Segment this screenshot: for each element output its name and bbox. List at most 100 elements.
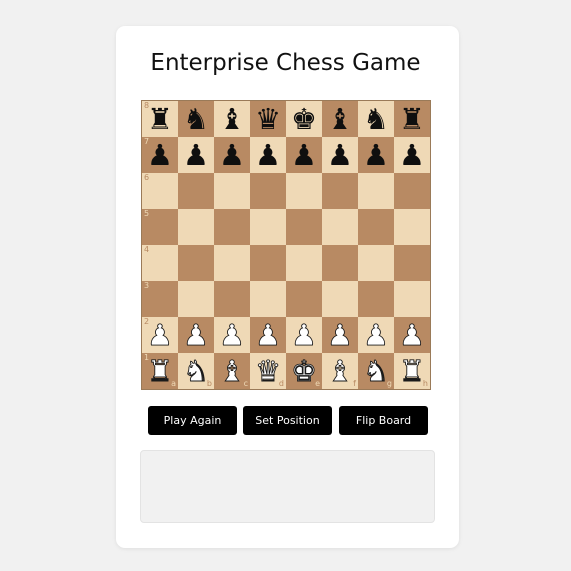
square-f7[interactable]: ♟: [322, 137, 358, 173]
play-again-button[interactable]: Play Again: [148, 406, 237, 435]
set-position-button[interactable]: Set Position: [243, 406, 332, 435]
square-e6[interactable]: [286, 173, 322, 209]
white-king-icon[interactable]: ♚: [291, 356, 318, 386]
square-d8[interactable]: ♛: [250, 101, 286, 137]
square-h7[interactable]: ♟: [394, 137, 430, 173]
square-b6[interactable]: [178, 173, 214, 209]
square-a8[interactable]: 8 ♜: [142, 101, 178, 137]
square-g2[interactable]: ♟: [358, 317, 394, 353]
white-pawn-icon[interactable]: ♟: [183, 320, 210, 350]
square-h6[interactable]: [394, 173, 430, 209]
square-d4[interactable]: [250, 245, 286, 281]
white-pawn-icon[interactable]: ♟: [363, 320, 390, 350]
black-pawn-icon[interactable]: ♟: [219, 140, 245, 170]
black-pawn-icon[interactable]: ♟: [255, 140, 281, 170]
square-a4[interactable]: 4: [142, 245, 178, 281]
square-c5[interactable]: [214, 209, 250, 245]
square-g6[interactable]: [358, 173, 394, 209]
square-d7[interactable]: ♟: [250, 137, 286, 173]
square-b8[interactable]: ♞: [178, 101, 214, 137]
black-pawn-icon[interactable]: ♟: [363, 140, 389, 170]
square-f4[interactable]: [322, 245, 358, 281]
square-b3[interactable]: [178, 281, 214, 317]
square-d1[interactable]: d ♛: [250, 353, 286, 389]
square-g1[interactable]: g ♞: [358, 353, 394, 389]
square-h5[interactable]: [394, 209, 430, 245]
square-h1[interactable]: h ♜: [394, 353, 430, 389]
square-b7[interactable]: ♟: [178, 137, 214, 173]
square-c7[interactable]: ♟: [214, 137, 250, 173]
square-a5[interactable]: 5: [142, 209, 178, 245]
white-pawn-icon[interactable]: ♟: [147, 320, 174, 350]
square-a7[interactable]: 7 ♟: [142, 137, 178, 173]
chess-board[interactable]: 8 ♜ ♞ ♝ ♛ ♚ ♝ ♞ ♜ 7 ♟ ♟ ♟ ♟ ♟ ♟ ♟ ♟ 6 5 4 3 2 ♟ ♟ ♟ ♟ ♟ ♟ ♟ ♟ 1 a ♜ b ♞ c ♝ d ♛…: [141, 100, 431, 390]
square-a3[interactable]: 3: [142, 281, 178, 317]
square-c6[interactable]: [214, 173, 250, 209]
white-knight-icon[interactable]: ♞: [363, 356, 390, 386]
black-pawn-icon[interactable]: ♟: [291, 140, 317, 170]
square-c8[interactable]: ♝: [214, 101, 250, 137]
white-pawn-icon[interactable]: ♟: [255, 320, 282, 350]
white-rook-icon[interactable]: ♜: [147, 356, 174, 386]
square-e3[interactable]: [286, 281, 322, 317]
square-a6[interactable]: 6: [142, 173, 178, 209]
square-h3[interactable]: [394, 281, 430, 317]
square-e7[interactable]: ♟: [286, 137, 322, 173]
square-e2[interactable]: ♟: [286, 317, 322, 353]
square-g8[interactable]: ♞: [358, 101, 394, 137]
square-d5[interactable]: [250, 209, 286, 245]
black-pawn-icon[interactable]: ♟: [399, 140, 425, 170]
square-e8[interactable]: ♚: [286, 101, 322, 137]
black-knight-icon[interactable]: ♞: [183, 104, 209, 134]
black-bishop-icon[interactable]: ♝: [219, 104, 245, 134]
black-queen-icon[interactable]: ♛: [255, 104, 281, 134]
square-a1[interactable]: 1 a ♜: [142, 353, 178, 389]
white-pawn-icon[interactable]: ♟: [327, 320, 354, 350]
white-rook-icon[interactable]: ♜: [399, 356, 426, 386]
white-knight-icon[interactable]: ♞: [183, 356, 210, 386]
square-b4[interactable]: [178, 245, 214, 281]
square-f2[interactable]: ♟: [322, 317, 358, 353]
square-c2[interactable]: ♟: [214, 317, 250, 353]
square-b5[interactable]: [178, 209, 214, 245]
square-h8[interactable]: ♜: [394, 101, 430, 137]
square-b2[interactable]: ♟: [178, 317, 214, 353]
black-pawn-icon[interactable]: ♟: [183, 140, 209, 170]
white-queen-icon[interactable]: ♛: [255, 356, 282, 386]
black-pawn-icon[interactable]: ♟: [147, 140, 173, 170]
square-b1[interactable]: b ♞: [178, 353, 214, 389]
square-d3[interactable]: [250, 281, 286, 317]
black-rook-icon[interactable]: ♜: [147, 104, 173, 134]
square-c3[interactable]: [214, 281, 250, 317]
square-e4[interactable]: [286, 245, 322, 281]
square-a2[interactable]: 2 ♟: [142, 317, 178, 353]
square-f3[interactable]: [322, 281, 358, 317]
white-bishop-icon[interactable]: ♝: [219, 356, 246, 386]
square-f8[interactable]: ♝: [322, 101, 358, 137]
square-h2[interactable]: ♟: [394, 317, 430, 353]
square-f1[interactable]: f ♝: [322, 353, 358, 389]
black-bishop-icon[interactable]: ♝: [327, 104, 353, 134]
white-pawn-icon[interactable]: ♟: [219, 320, 246, 350]
white-bishop-icon[interactable]: ♝: [327, 356, 354, 386]
square-h4[interactable]: [394, 245, 430, 281]
black-pawn-icon[interactable]: ♟: [327, 140, 353, 170]
square-d6[interactable]: [250, 173, 286, 209]
square-f6[interactable]: [322, 173, 358, 209]
square-e1[interactable]: e ♚: [286, 353, 322, 389]
black-king-icon[interactable]: ♚: [291, 104, 317, 134]
square-g3[interactable]: [358, 281, 394, 317]
white-pawn-icon[interactable]: ♟: [399, 320, 426, 350]
flip-board-button[interactable]: Flip Board: [339, 406, 428, 435]
white-pawn-icon[interactable]: ♟: [291, 320, 318, 350]
square-c1[interactable]: c ♝: [214, 353, 250, 389]
square-d2[interactable]: ♟: [250, 317, 286, 353]
black-knight-icon[interactable]: ♞: [363, 104, 389, 134]
black-rook-icon[interactable]: ♜: [399, 104, 425, 134]
square-g7[interactable]: ♟: [358, 137, 394, 173]
square-f5[interactable]: [322, 209, 358, 245]
square-e5[interactable]: [286, 209, 322, 245]
square-g5[interactable]: [358, 209, 394, 245]
square-c4[interactable]: [214, 245, 250, 281]
square-g4[interactable]: [358, 245, 394, 281]
